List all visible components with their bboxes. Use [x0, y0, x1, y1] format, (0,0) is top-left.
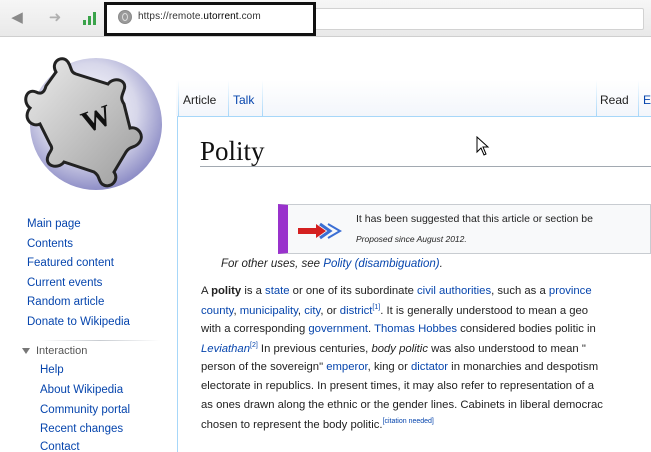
sidebar-item-main-page[interactable]: Main page — [27, 218, 81, 230]
citation-needed[interactable]: [citation needed] — [383, 418, 434, 425]
collapse-triangle-icon — [22, 348, 30, 355]
tab-edit[interactable]: E — [643, 93, 651, 107]
interaction-heading[interactable]: Interaction — [22, 345, 87, 357]
url-prefix: https://remote. — [138, 11, 204, 22]
url-suffix: .com — [238, 11, 261, 22]
sidebar-item-random[interactable]: Random article — [27, 296, 104, 308]
text: considered bodies politic in — [457, 323, 596, 335]
italic-term: body politic — [371, 342, 428, 355]
link-city[interactable]: city — [304, 305, 320, 317]
body-line-7: as ones drawn along the ethnic or the ge… — [201, 399, 603, 411]
link-province[interactable]: province — [549, 285, 592, 297]
tab-separator — [262, 80, 263, 116]
link-emperor[interactable]: emperor — [326, 361, 367, 373]
text: with a corresponding — [201, 323, 309, 335]
title-underline — [200, 166, 651, 167]
url-text[interactable]: https://remote.utorrent.com — [138, 11, 261, 22]
sidebar-item-help[interactable]: Help — [40, 364, 64, 376]
notice-text: It has been suggested that this article … — [356, 213, 593, 225]
text: A — [201, 285, 212, 297]
body-line-1: A polity is a state or one of its subord… — [201, 285, 592, 297]
text: in monarchies and despotism — [448, 361, 599, 373]
link-district[interactable]: district — [340, 305, 373, 317]
sidebar-item-about[interactable]: About Wikipedia — [40, 384, 123, 396]
hatnote-prefix: For other uses, see — [221, 258, 324, 270]
hatnote-disambiguation-link[interactable]: Polity (disambiguation) — [323, 258, 439, 270]
interaction-heading-label: Interaction — [36, 345, 88, 357]
text: , or — [320, 304, 340, 317]
text: or one of its subordinate — [289, 285, 418, 297]
tab-article[interactable]: Article — [183, 93, 216, 107]
mouse-cursor-icon — [476, 136, 490, 156]
sidebar-item-recent-changes[interactable]: Recent changes — [40, 423, 123, 435]
page-title: Polity — [200, 136, 265, 166]
link-civil-authorities[interactable]: civil authorities — [417, 285, 491, 297]
signal-bars-icon — [83, 9, 99, 25]
url-domain: utorrent — [203, 11, 239, 22]
browser-window: ◀ ➜ https://remote.utorrent.com W Main p… — [0, 0, 651, 452]
text: is a — [241, 285, 266, 297]
globe-icon — [118, 10, 132, 24]
body-line-8: chosen to represent the body politic.[ci… — [201, 418, 434, 431]
link-dictator[interactable]: dictator — [411, 361, 448, 373]
text: . It is generally understood to mean a g… — [380, 304, 589, 317]
merge-arrows-icon — [298, 222, 342, 240]
body-line-2: county, municipality, city, or district[… — [201, 304, 588, 317]
sidebar-item-donate[interactable]: Donate to Wikipedia — [27, 316, 130, 328]
hatnote: For other uses, see Polity (disambiguati… — [221, 258, 443, 270]
sidebar-item-community[interactable]: Community portal — [40, 404, 130, 416]
text: , such as a — [491, 285, 549, 297]
tab-separator — [178, 80, 179, 116]
text: person of the sovereign" — [201, 361, 327, 373]
forward-arrow-icon[interactable]: ➜ — [44, 7, 66, 27]
tab-read[interactable]: Read — [600, 93, 629, 107]
bold-term: polity — [211, 285, 242, 297]
text: In previous centuries, — [257, 342, 372, 355]
tab-separator — [228, 80, 229, 116]
text: chosen to represent the body politic. — [201, 418, 383, 431]
body-line-3: with a corresponding government. Thomas … — [201, 323, 596, 335]
link-county[interactable]: county — [201, 305, 233, 317]
body-line-6: electorate in republics. In present time… — [201, 380, 595, 392]
sidebar-item-featured[interactable]: Featured content — [27, 257, 114, 269]
tab-talk[interactable]: Talk — [233, 93, 254, 107]
link-municipality[interactable]: municipality — [240, 305, 298, 317]
reference-2[interactable]: [2] — [250, 342, 258, 349]
link-state[interactable]: state — [265, 285, 290, 297]
link-thomas-hobbes[interactable]: Thomas Hobbes — [374, 323, 457, 335]
text: , king or — [367, 361, 411, 373]
sidebar-item-contents[interactable]: Contents — [27, 238, 73, 250]
tab-separator — [596, 80, 597, 116]
tab-separator — [638, 80, 639, 116]
notice-date: Proposed since August 2012. — [356, 234, 467, 244]
sidebar-item-contact[interactable]: Contact — [40, 441, 80, 452]
text: was also understood to mean " — [427, 342, 586, 355]
sidebar: Main page Contents Featured content Curr… — [0, 214, 176, 452]
link-leviathan[interactable]: Leviathan — [201, 343, 250, 355]
body-line-4: Leviathan[2] In previous centuries, body… — [201, 342, 586, 355]
link-government[interactable]: government — [308, 323, 368, 335]
sidebar-item-current-events[interactable]: Current events — [27, 277, 102, 289]
hatnote-suffix: . — [439, 258, 443, 270]
body-line-5: person of the sovereign" emperor, king o… — [201, 361, 598, 373]
sidebar-divider — [40, 340, 160, 341]
wiki-logo[interactable]: W — [12, 50, 164, 202]
back-arrow-icon[interactable]: ◀ — [6, 7, 28, 27]
